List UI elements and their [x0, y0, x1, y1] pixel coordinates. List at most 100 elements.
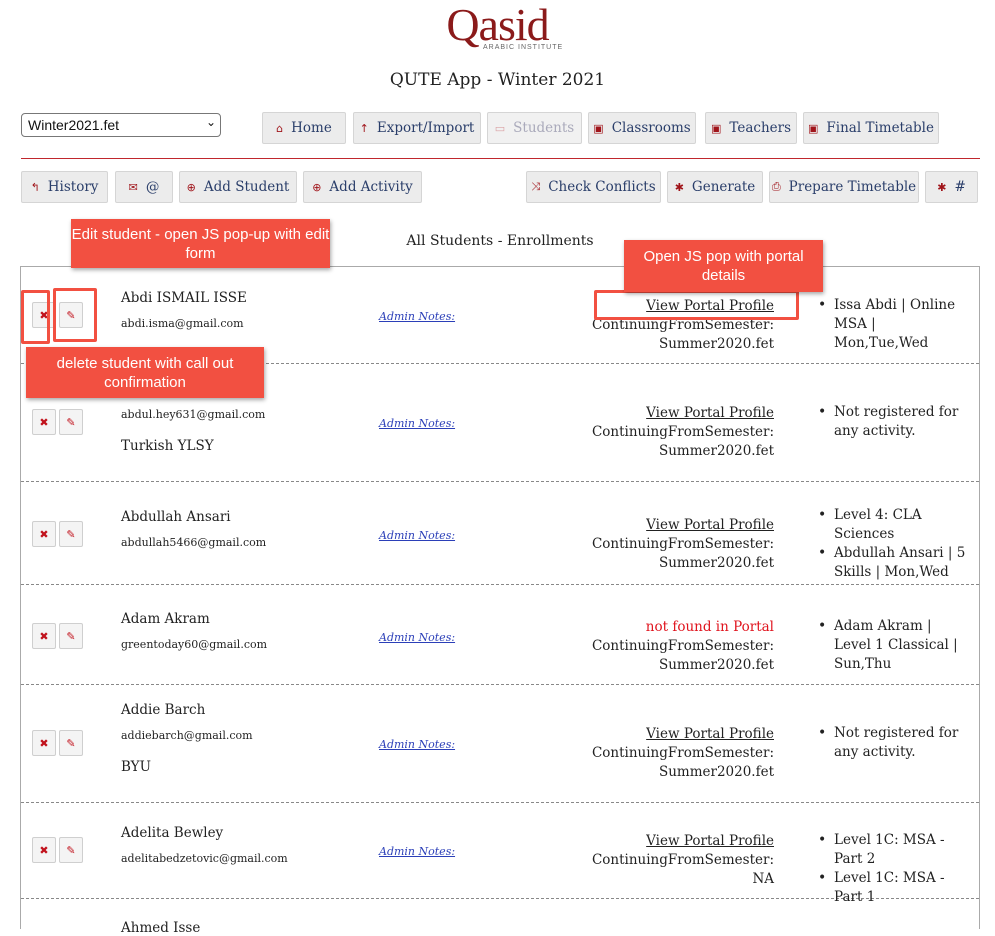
- admin-notes-link[interactable]: Admin Notes:: [379, 738, 455, 751]
- logo: Qasid ARABIC INSTITUTE: [0, 0, 995, 60]
- printer-icon: ⎙: [771, 180, 781, 193]
- delete-annotation-callout: delete student with call out confirmatio…: [26, 347, 264, 398]
- admin-notes-link[interactable]: Admin Notes:: [379, 417, 455, 430]
- semester-select[interactable]: Winter2021.fet ⌄: [21, 113, 221, 137]
- add-student-button[interactable]: ⊕ Add Student: [179, 171, 297, 203]
- admin-notes-link[interactable]: Admin Notes:: [379, 310, 455, 323]
- continuing-value: Summer2020.fet: [658, 657, 774, 673]
- portal-status: View Portal Profile ContinuingFromSemest…: [574, 516, 774, 573]
- view-portal-profile-link[interactable]: View Portal Profile: [574, 832, 774, 851]
- settings-hash-label: #: [954, 179, 966, 195]
- admin-notes-link[interactable]: Admin Notes:: [379, 845, 455, 858]
- check-conflicts-label: Check Conflicts: [548, 179, 656, 195]
- continuing-label: ContinuingFromSemester:: [591, 638, 774, 654]
- row-separator: [21, 684, 979, 685]
- chevron-down-icon: ⌄: [205, 115, 216, 129]
- add-student-label: Add Student: [203, 179, 290, 195]
- pencil-icon: ✎: [66, 415, 76, 429]
- portal-annotation-callout: Open JS pop with portal details: [624, 240, 823, 292]
- email-all-button[interactable]: ✉ @: [115, 171, 173, 203]
- activity-list: Issa Abdi | Online MSA | Mon,Tue,Wed: [818, 296, 968, 353]
- calendar-icon: ▣: [710, 121, 722, 135]
- portal-status: View Portal Profile ContinuingFromSemest…: [574, 725, 774, 782]
- semester-select-value: Winter2021.fet: [28, 117, 120, 133]
- nav-home-button[interactable]: ⌂ Home: [262, 112, 346, 144]
- delete-student-button[interactable]: ✖: [32, 623, 56, 649]
- continuing-label: ContinuingFromSemester:: [591, 536, 774, 552]
- student-name: Adelita Bewley: [121, 825, 224, 841]
- view-portal-profile-link[interactable]: View Portal Profile: [574, 516, 774, 535]
- delete-student-button[interactable]: ✖: [32, 837, 56, 863]
- prepare-timetable-button[interactable]: ⎙ Prepare Timetable: [769, 171, 919, 203]
- history-label: History: [47, 179, 99, 195]
- edit-annotation-callout: Edit student - open JS pop-up with edit …: [71, 219, 330, 268]
- activity-list: Not registered for any activity.: [818, 403, 968, 441]
- student-email: adelitabedzetovic@gmail.com: [121, 852, 288, 865]
- continuing-label: ContinuingFromSemester:: [591, 424, 774, 440]
- activity-item: Not registered for any activity.: [818, 724, 968, 762]
- delete-student-button[interactable]: ✖: [32, 521, 56, 547]
- nav-students-label: Students: [513, 120, 575, 136]
- nav-teachers-label: Teachers: [729, 120, 792, 136]
- nav-final-timetable-button[interactable]: ▣ Final Timetable: [803, 112, 939, 144]
- activity-item: Issa Abdi | Online MSA | Mon,Tue,Wed: [818, 296, 968, 353]
- activity-item: Level 1C: MSA - Part 2: [818, 831, 968, 869]
- student-name: Adam Akram: [121, 611, 210, 627]
- edit-student-button[interactable]: ✎: [59, 623, 83, 649]
- plus-circle-icon: ⊕: [312, 180, 322, 194]
- student-email: addiebarch@gmail.com: [121, 729, 253, 742]
- admin-notes-link[interactable]: Admin Notes:: [379, 631, 455, 644]
- generate-button[interactable]: ✱ Generate: [667, 171, 763, 203]
- view-portal-profile-link[interactable]: View Portal Profile: [574, 404, 774, 423]
- activity-item: Level 1C: MSA - Part 1: [818, 869, 968, 907]
- student-email: greentoday60@gmail.com: [121, 638, 268, 651]
- delete-student-button[interactable]: ✖: [32, 409, 56, 435]
- activity-item: Not registered for any activity.: [818, 403, 968, 441]
- history-button[interactable]: ↰ History: [21, 171, 108, 203]
- edit-student-button[interactable]: ✎: [59, 837, 83, 863]
- admin-notes-link[interactable]: Admin Notes:: [379, 529, 455, 542]
- edit-student-button[interactable]: ✎: [59, 730, 83, 756]
- add-activity-label: Add Activity: [329, 179, 413, 195]
- prepare-timetable-label: Prepare Timetable: [788, 179, 917, 195]
- continuing-value: Summer2020.fet: [658, 443, 774, 459]
- close-icon: ✖: [39, 843, 49, 857]
- logo-wordmark: Qasid: [446, 0, 549, 50]
- nav-classrooms-label: Classrooms: [611, 120, 691, 136]
- add-activity-button[interactable]: ⊕ Add Activity: [303, 171, 422, 203]
- continuing-value: Summer2020.fet: [658, 555, 774, 571]
- row-separator: [21, 481, 979, 482]
- edit-student-button[interactable]: ✎: [59, 409, 83, 435]
- student-email: abdullah5466@gmail.com: [121, 536, 267, 549]
- close-icon: ✖: [39, 736, 49, 750]
- delete-highlight: [21, 290, 50, 344]
- nav-teachers-button[interactable]: ▣ Teachers: [705, 112, 797, 144]
- email-all-label: @: [145, 179, 160, 195]
- student-email: abdul.hey631@gmail.com: [121, 408, 266, 421]
- continuing-label: ContinuingFromSemester:: [591, 745, 774, 761]
- nav-export-import-label: Export/Import: [376, 120, 475, 136]
- app-title: QUTE App - Winter 2021: [389, 70, 606, 90]
- student-name: Abdi ISMAIL ISSE: [121, 290, 247, 306]
- portal-link-highlight: [594, 290, 799, 320]
- activity-item: Abdullah Ansari | 5 Skills | Mon,Wed: [818, 544, 968, 582]
- row-separator: [21, 584, 979, 585]
- envelope-icon: ✉: [128, 180, 138, 194]
- edit-student-button[interactable]: ✎: [59, 521, 83, 547]
- activity-item: Level 4: CLA Sciences: [818, 506, 968, 544]
- activity-list: Level 4: CLA Sciences Abdullah Ansari | …: [818, 506, 968, 582]
- check-conflicts-button[interactable]: ⤨ Check Conflicts: [526, 171, 661, 203]
- delete-student-button[interactable]: ✖: [32, 730, 56, 756]
- pencil-icon: ✎: [66, 527, 76, 541]
- continuing-value: Summer2020.fet: [658, 764, 774, 780]
- nav-students-button[interactable]: ▭ Students: [487, 112, 582, 144]
- folder-icon: ▭: [494, 121, 506, 135]
- gear-icon: ✱: [674, 180, 684, 194]
- home-icon: ⌂: [276, 121, 284, 135]
- settings-hash-button[interactable]: ✱ #: [925, 171, 978, 203]
- nav-export-import-button[interactable]: ↑ Export/Import: [353, 112, 481, 144]
- view-portal-profile-link[interactable]: View Portal Profile: [574, 725, 774, 744]
- nav-classrooms-button[interactable]: ▣ Classrooms: [588, 112, 696, 144]
- header-divider: [21, 158, 980, 159]
- generate-label: Generate: [691, 179, 756, 195]
